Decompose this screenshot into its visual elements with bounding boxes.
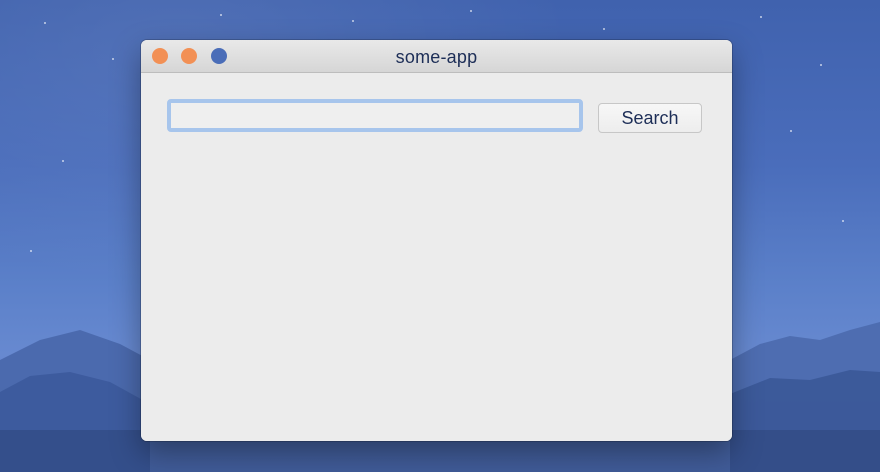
app-window: some-app Search — [141, 40, 732, 441]
window-content: Search — [141, 73, 732, 441]
window-title: some-app — [395, 47, 478, 67]
window-titlebar[interactable]: some-app — [141, 40, 732, 73]
search-button[interactable]: Search — [598, 103, 702, 133]
search-input[interactable] — [167, 99, 583, 132]
